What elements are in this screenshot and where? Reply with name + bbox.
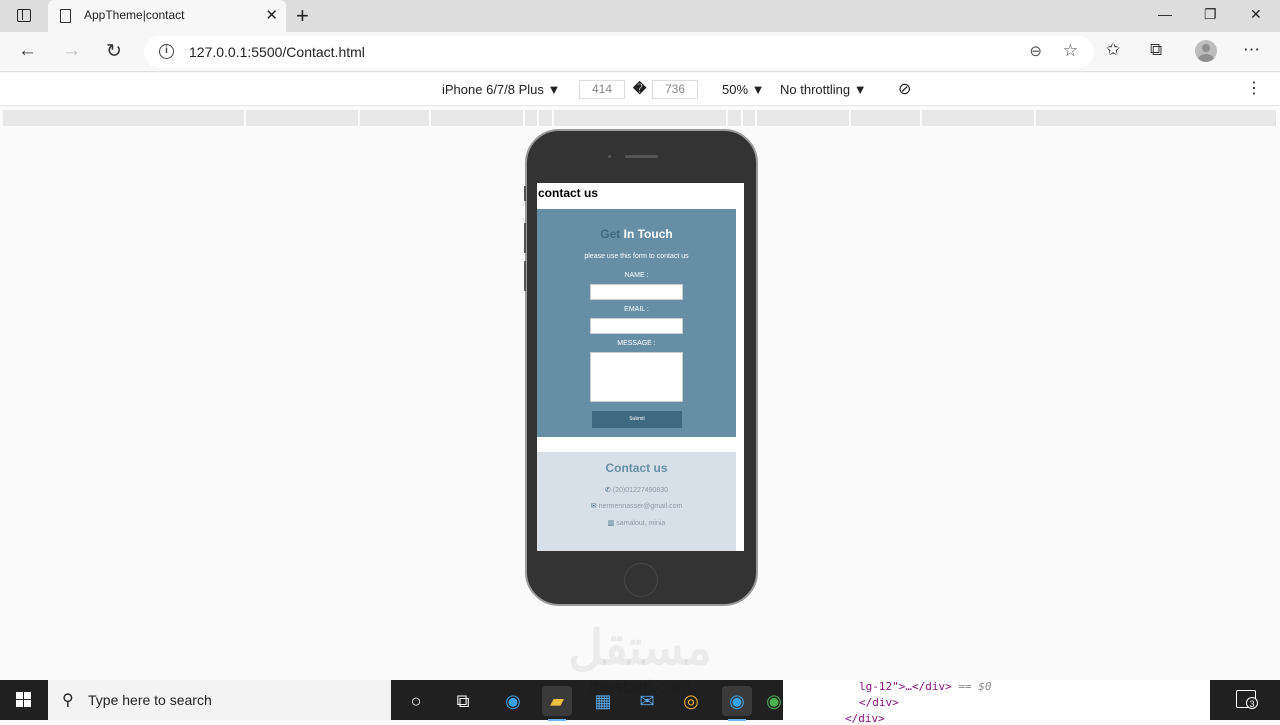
contact-email: ✉ nermennasser@gmail.com: [590, 503, 683, 510]
phone-side-button: [524, 261, 526, 291]
dimension-separator: �: [633, 81, 647, 96]
notification-center-icon[interactable]: 3: [1236, 690, 1258, 709]
phone-camera: [608, 155, 611, 158]
taskbar-search[interactable]: ⚲ Type here to search: [48, 680, 391, 720]
back-button[interactable]: ←: [18, 40, 37, 62]
form-heading-rest: In Touch: [620, 227, 673, 241]
reload-button[interactable]: ↻: [106, 40, 122, 63]
message-textarea[interactable]: [590, 352, 683, 402]
task-view-icon[interactable]: ⧉: [448, 686, 478, 716]
name-field[interactable]: [590, 284, 683, 300]
code-line[interactable]: lg-12">…</div> == $0: [859, 680, 991, 693]
contact-info-section: Contact us ✆ (20)01227490830 ✉ nermennasse…: [537, 452, 736, 551]
contact-heading: Contact us: [605, 461, 668, 475]
throttling-select[interactable]: No throttling ▼: [780, 82, 867, 97]
form-heading: Get In Touch: [537, 227, 736, 241]
cortana-icon[interactable]: ○: [401, 686, 431, 716]
browser-tab[interactable]: AppTheme|contact ✕: [48, 0, 286, 32]
phone-icon: ✆: [604, 487, 611, 494]
page-title: contact us: [538, 186, 599, 200]
message-label: MESSAGE :: [617, 340, 656, 347]
browser-tab-bar: AppTheme|contact ✕ + — ❐ ✕: [0, 0, 1280, 32]
restore-button[interactable]: ❐: [1204, 6, 1217, 23]
phone-side-button: [524, 186, 526, 201]
code-line[interactable]: </div>: [859, 696, 899, 709]
url-field[interactable]: i 127.0.0.1:5500/Contact.html ⊖ ☆: [144, 36, 1094, 68]
search-placeholder[interactable]: Type here to search: [88, 692, 212, 708]
search-icon: ⚲: [62, 692, 74, 709]
url-text[interactable]: 127.0.0.1:5500/Contact.html: [189, 44, 365, 60]
map-icon: ▥: [607, 520, 615, 527]
watermark-logo: مستقل: [568, 622, 712, 675]
device-select[interactable]: iPhone 6/7/8 Plus ▼: [442, 82, 560, 97]
contact-phone: ✆ (20)01227490830: [604, 487, 669, 494]
envelope-icon: ✉: [590, 503, 597, 510]
forward-button[interactable]: →: [62, 40, 81, 62]
email-field[interactable]: [590, 318, 683, 334]
settings-more-icon[interactable]: ⋯: [1243, 40, 1260, 60]
page-icon: [60, 9, 71, 23]
zoom-select[interactable]: 50% ▼: [722, 82, 765, 97]
minimize-button[interactable]: —: [1158, 6, 1172, 22]
contact-form-card: Get In Touch please use this form to con…: [537, 209, 736, 437]
tab-title: AppTheme|contact: [84, 8, 185, 22]
zoom-icon[interactable]: ⊖: [1029, 42, 1042, 60]
rotate-icon[interactable]: ⊘: [898, 79, 911, 99]
form-heading-accent: Get: [600, 227, 621, 241]
edge-active-icon[interactable]: ◉: [722, 686, 752, 721]
address-bar: ← → ↻ i 127.0.0.1:5500/Contact.html ⊖ ☆ …: [0, 32, 1280, 72]
height-input[interactable]: 736: [652, 80, 698, 99]
phone-speaker: [625, 155, 658, 158]
width-input[interactable]: 414: [579, 80, 625, 99]
watermark-text: mostaql.com: [588, 677, 692, 697]
phone-home-button: [624, 563, 658, 597]
profile-avatar[interactable]: [1195, 40, 1217, 62]
chrome-icon[interactable]: ◉: [766, 686, 782, 716]
edge-icon[interactable]: ◉: [498, 686, 528, 716]
tab-close-button[interactable]: ✕: [265, 6, 278, 24]
favorites-icon[interactable]: ✩: [1106, 40, 1120, 60]
start-button[interactable]: [16, 692, 32, 708]
code-line[interactable]: </div>: [845, 712, 885, 725]
name-label: NAME :: [624, 272, 649, 279]
device-toolbar: iPhone 6/7/8 Plus ▼ 414 � 736 50% ▼ No t…: [0, 73, 1280, 106]
tab-actions-icon[interactable]: [17, 9, 31, 22]
collections-icon[interactable]: ⧉: [1150, 40, 1162, 60]
email-label: EMAIL :: [624, 306, 649, 313]
submit-button[interactable]: Submit: [592, 411, 682, 428]
more-options-icon[interactable]: ⋮: [1246, 78, 1263, 98]
emulated-viewport: contact us Get In Touch please use this …: [537, 183, 744, 551]
window-close-button[interactable]: ✕: [1250, 6, 1262, 23]
devtools-elements-panel[interactable]: lg-12">…</div> == $0 </div> </div>: [783, 680, 1210, 725]
contact-address: ▥ samalout, minia: [607, 520, 666, 527]
media-query-bar[interactable]: [0, 108, 1280, 126]
new-tab-button[interactable]: +: [296, 3, 309, 29]
add-favorite-icon[interactable]: ☆: [1063, 41, 1078, 61]
notification-count: 3: [1246, 697, 1258, 709]
form-subtitle: please use this form to contact us: [584, 253, 689, 260]
site-info-icon[interactable]: i: [159, 44, 174, 59]
phone-side-button: [524, 223, 526, 253]
